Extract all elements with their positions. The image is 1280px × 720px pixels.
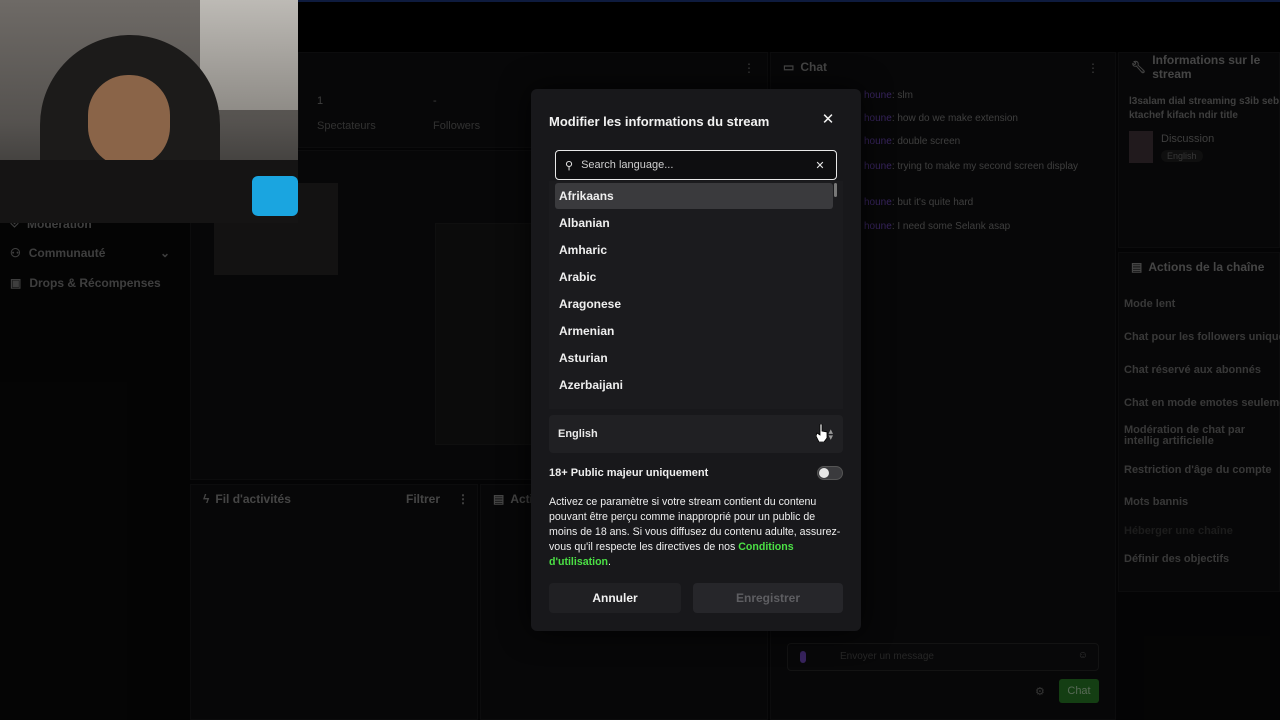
close-icon[interactable]: ✕	[819, 111, 837, 129]
language-search-box: ⚲ ✕	[555, 150, 837, 180]
sidebar-item-drops[interactable]: ▣ Drops & Récompenses	[10, 276, 161, 290]
edit-stream-info-modal: Modifier les informations du stream ✕ ⚲ …	[531, 89, 861, 631]
channel-actions-title: Actions de la chaîne	[1148, 260, 1265, 274]
settings-icon[interactable]: ⚙	[1035, 685, 1045, 698]
category-thumbnail	[1129, 131, 1153, 163]
more-options-icon[interactable]: ⋮	[743, 61, 755, 75]
activity-panel: ϟ Fil d'activités Filtrer ⋮	[190, 484, 478, 720]
stream-tag[interactable]: English	[1161, 150, 1203, 162]
action-ai-moderation[interactable]: Modération de chat par intellig artifici…	[1124, 425, 1280, 447]
emote-icon[interactable]: ☺	[1078, 650, 1088, 661]
activity-title: Fil d'activités	[215, 492, 291, 506]
stream-info-title: Informations sur le stream	[1152, 53, 1261, 81]
language-option[interactable]: Asturian	[555, 345, 833, 371]
language-option[interactable]: Aragonese	[555, 291, 833, 317]
chat-message: houne: I need some Selank asap	[864, 221, 1011, 232]
sidebar-item-community[interactable]: ⚇ Communauté ⌄	[10, 246, 170, 260]
language-option[interactable]: Azerbaijani	[555, 372, 833, 398]
action-banned-words[interactable]: Mots bannis	[1124, 496, 1188, 508]
panel-icon: ▤	[493, 492, 505, 506]
cancel-button[interactable]: Annuler	[549, 583, 681, 613]
chat-send-button[interactable]: Chat	[1059, 679, 1099, 703]
chat-message: houne: slm	[864, 90, 913, 101]
mature-content-toggle[interactable]	[817, 466, 843, 480]
chat-message: houne: how do we make extension	[864, 113, 1018, 124]
chat-input-placeholder: Envoyer un message	[840, 651, 934, 662]
followers-count: -	[433, 95, 437, 107]
action-set-goals[interactable]: Définir des objectifs	[1124, 553, 1229, 565]
webcam-overlay	[0, 0, 298, 223]
gift-icon: ▣	[10, 276, 22, 290]
language-select[interactable]: English ▴ ▾	[549, 415, 843, 453]
more-options-icon[interactable]: ⋮	[457, 492, 469, 506]
chevron-updown-icon: ▴ ▾	[828, 426, 833, 442]
mature-content-label: 18+ Public majeur uniquement	[549, 467, 709, 479]
chat-message: houne: trying to make my second screen d…	[864, 161, 1079, 172]
action-subscribers-only[interactable]: Chat réservé aux abonnés	[1124, 364, 1261, 376]
action-host-channel[interactable]: Héberger une chaîne	[1124, 525, 1233, 537]
language-dropdown-list: Afrikaans Albanian Amharic Arabic Aragon…	[549, 181, 843, 409]
more-options-icon[interactable]: ⋮	[1087, 61, 1099, 75]
viewers-count: 1	[317, 95, 324, 107]
mature-content-row: 18+ Public majeur uniquement	[549, 464, 843, 484]
stream-title: l3salam dial streaming s3ib seb ktachef …	[1129, 96, 1280, 121]
people-icon: ⚇	[10, 246, 21, 260]
language-option[interactable]: Amharic	[555, 237, 833, 263]
language-option[interactable]: Arabic	[555, 264, 833, 290]
wrench-icon: 🔧︎	[1131, 60, 1147, 74]
mouse-pointer-icon	[816, 424, 828, 442]
chat-message: houne: double screen	[864, 136, 961, 147]
stream-category[interactable]: Discussion	[1161, 133, 1214, 145]
language-option[interactable]: Armenian	[555, 318, 833, 344]
chat-title: Chat	[800, 60, 828, 74]
mature-content-description: Activez ce paramètre si votre stream con…	[549, 496, 841, 568]
sidebar-item-label: Drops & Récompenses	[29, 276, 161, 290]
action-followers-only[interactable]: Chat pour les followers unique	[1124, 331, 1280, 343]
action-emote-only[interactable]: Chat en mode emotes seuleme	[1124, 397, 1280, 409]
action-age-restriction[interactable]: Restriction d'âge du compte	[1124, 464, 1271, 476]
search-icon: ⚲	[565, 159, 574, 172]
filter-button[interactable]: Filtrer	[406, 492, 440, 506]
list-scrollbar[interactable]	[834, 183, 837, 197]
chat-input[interactable]: Envoyer un message ☺	[787, 643, 1099, 671]
bits-icon[interactable]	[800, 651, 806, 663]
action-slow-mode[interactable]: Mode lent	[1124, 298, 1175, 310]
language-option[interactable]: Afrikaans	[555, 183, 833, 209]
language-option[interactable]: Albanian	[555, 210, 833, 236]
chat-message: houne: but it's quite hard	[864, 197, 974, 208]
chevron-down-icon: ⌄	[160, 246, 171, 260]
language-search-input[interactable]	[579, 158, 810, 172]
stream-info-panel: 🔧︎ Informations sur le stream l3salam di…	[1118, 52, 1280, 248]
followers-label: Followers	[433, 120, 481, 132]
actions-icon: ▤	[1131, 260, 1143, 274]
clear-search-icon[interactable]: ✕	[810, 159, 830, 172]
lightning-icon: ϟ	[203, 492, 210, 506]
sidebar-item-label: Communauté	[28, 246, 106, 260]
viewers-label: Spectateurs	[317, 120, 376, 132]
save-button[interactable]: Enregistrer	[693, 583, 843, 613]
modal-title: Modifier les informations du stream	[549, 114, 770, 129]
preview-mini-dialog	[435, 223, 537, 445]
selected-language: English	[558, 428, 598, 440]
chat-icon: ▭	[783, 60, 795, 74]
